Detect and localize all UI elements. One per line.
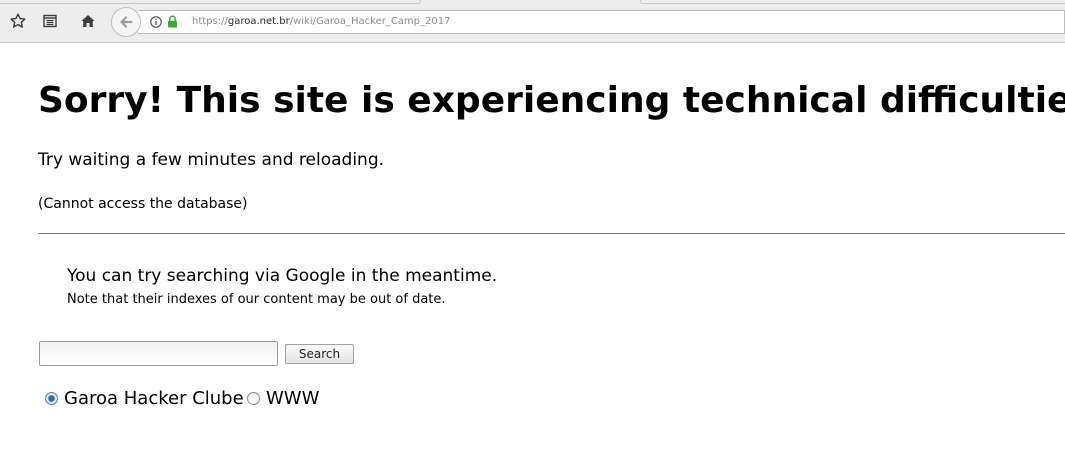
divider (38, 233, 1065, 234)
home-icon[interactable] (78, 11, 98, 31)
info-icon[interactable] (150, 16, 162, 28)
url-text[interactable]: https://garoa.net.br/wiki/Garoa_Hacker_C… (192, 15, 450, 29)
tab-strip-edge (0, 0, 421, 4)
radio-label-www[interactable]: WWW (266, 388, 319, 410)
radio-garoa-hacker-clube[interactable] (45, 392, 58, 405)
radio-label-garoa-hacker-clube[interactable]: Garoa Hacker Clube (64, 388, 244, 410)
search-input[interactable] (39, 341, 278, 366)
url-host: garoa.net.br (227, 16, 290, 27)
back-button[interactable] (111, 7, 141, 37)
reader-view-icon[interactable] (40, 11, 60, 31)
page-title: Sorry! This site is experiencing technic… (38, 80, 1065, 121)
url-path: /wiki/Garoa_Hacker_Camp_2017 (289, 16, 451, 27)
star-icon[interactable] (8, 11, 28, 31)
search-lead-text: You can try searching via Google in the … (67, 266, 498, 286)
url-bar[interactable]: https://garoa.net.br/wiki/Garoa_Hacker_C… (138, 10, 1065, 34)
browser-toolbar: https://garoa.net.br/wiki/Garoa_Hacker_C… (0, 0, 1065, 43)
search-button[interactable]: Search (285, 344, 354, 364)
url-prefix: https:// (192, 16, 228, 27)
tab-strip-edge (640, 0, 1065, 4)
lock-icon[interactable] (167, 15, 178, 28)
page-content: Sorry! This site is experiencing technic… (0, 43, 1065, 453)
radio-www[interactable] (247, 392, 260, 405)
error-detail: (Cannot access the database) (38, 196, 248, 212)
search-note-text: Note that their indexes of our content m… (67, 292, 446, 307)
back-arrow-icon (120, 16, 133, 28)
error-message: Try waiting a few minutes and reloading. (38, 150, 385, 170)
